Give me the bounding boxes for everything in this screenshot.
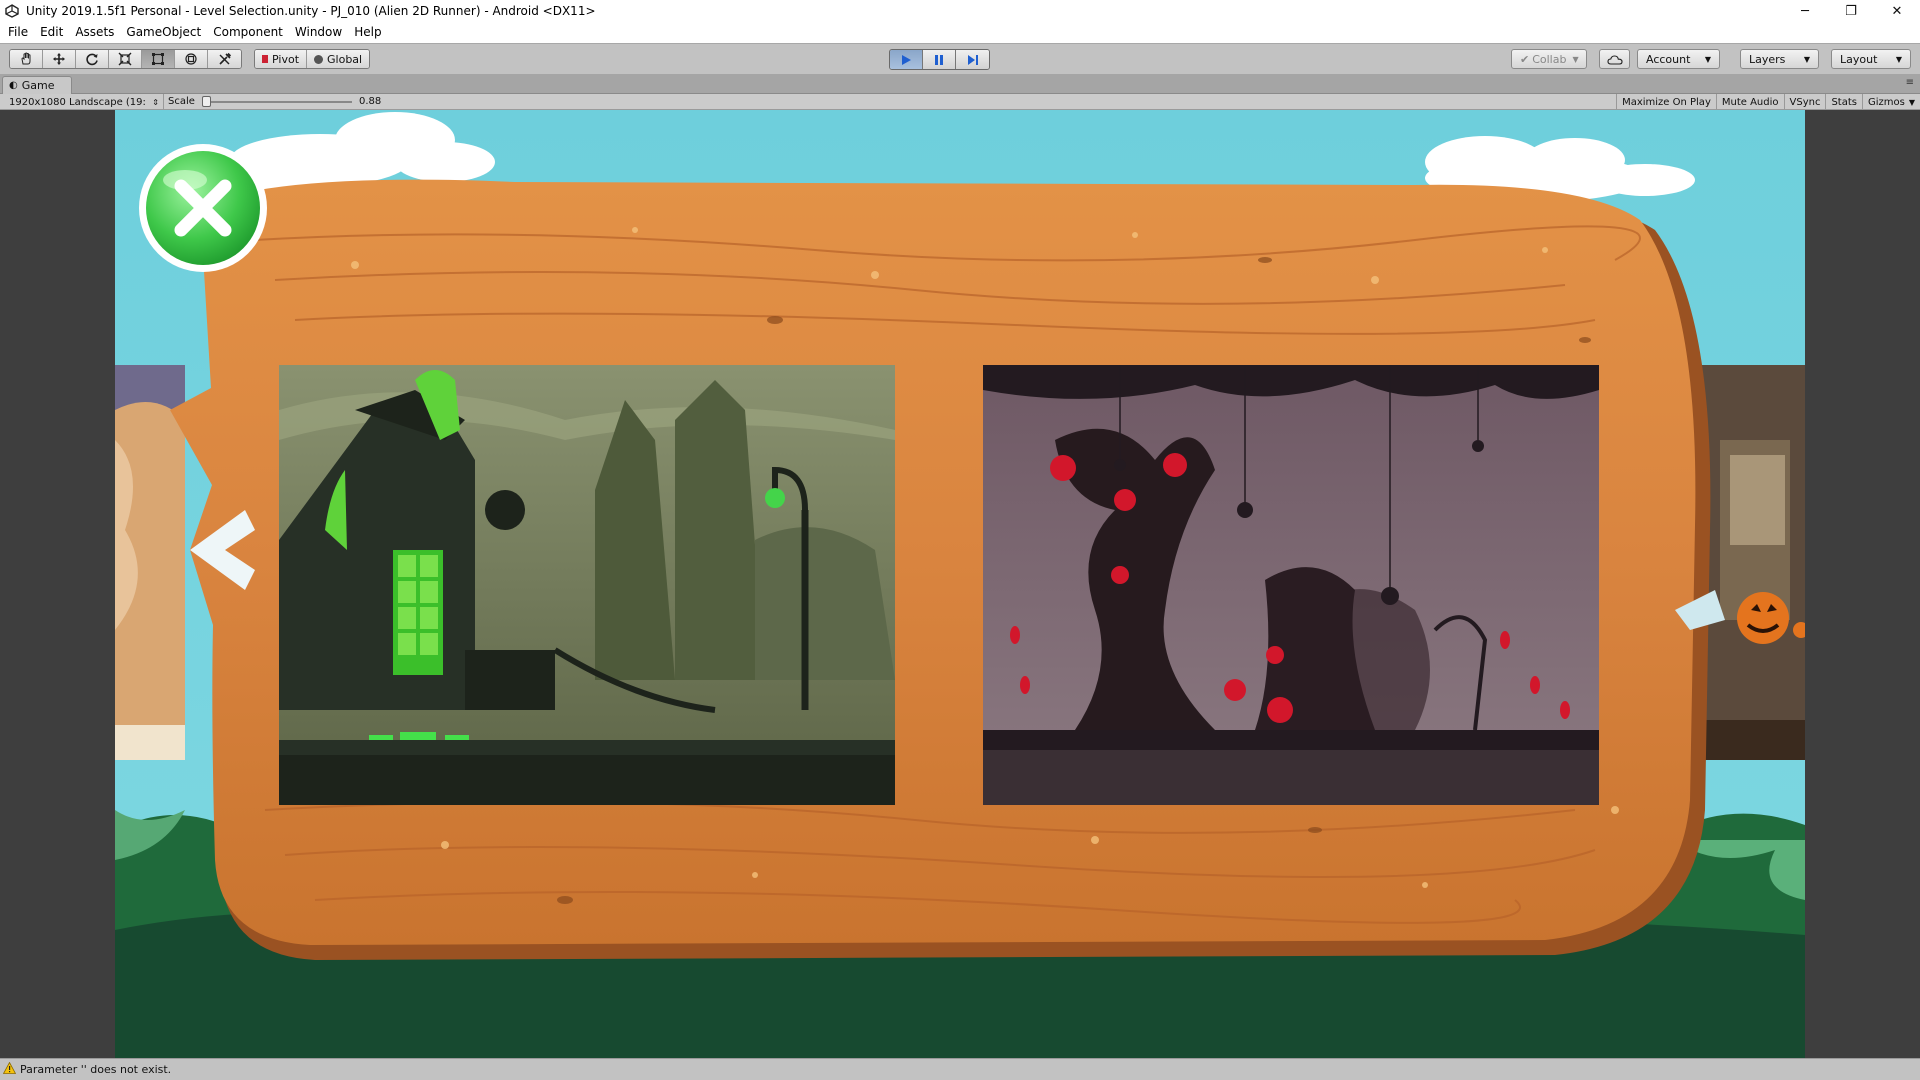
unity-editor: Unity 2019.1.5f1 Personal - Level Select… (0, 0, 1920, 1080)
global-toggle[interactable]: Global (307, 50, 370, 68)
layout-dropdown[interactable]: Layout ▼ (1831, 49, 1911, 69)
account-dropdown[interactable]: Account ▼ (1637, 49, 1720, 69)
status-bar[interactable]: Parameter '' does not exist. (0, 1058, 1920, 1080)
menu-edit[interactable]: Edit (34, 22, 69, 43)
chevron-down-icon: ▼ (1895, 54, 1902, 64)
move-tool-icon[interactable] (43, 50, 76, 68)
game-viewport[interactable] (115, 110, 1805, 1058)
collab-label: Collab (1532, 52, 1567, 66)
layers-label: Layers (1749, 52, 1786, 66)
restore-button[interactable]: ❐ (1828, 0, 1874, 22)
close-icon[interactable] (139, 144, 267, 272)
vsync-toggle[interactable]: VSync (1783, 94, 1826, 110)
warning-icon (2, 1061, 17, 1077)
title-bar: Unity 2019.1.5f1 Personal - Level Select… (0, 0, 1920, 22)
scale-slider-track[interactable] (204, 101, 352, 103)
chevron-updown-icon: ⇕ (152, 97, 159, 107)
menu-assets[interactable]: Assets (69, 22, 120, 43)
playback-controls (889, 49, 990, 70)
menu-gameobject[interactable]: GameObject (120, 22, 207, 43)
gizmos-label: Gizmos (1867, 96, 1905, 108)
gizmos-dropdown[interactable]: Gizmos ▼ (1861, 94, 1920, 110)
scale-slider-thumb[interactable] (202, 96, 211, 107)
game-view-options: Maximize On Play Mute Audio VSync Stats … (1616, 94, 1920, 110)
pause-button[interactable] (923, 50, 956, 69)
tab-options-icon[interactable]: ≡ (1906, 77, 1914, 88)
game-tab-label: Game (21, 79, 55, 92)
chevron-down-icon: ▼ (1704, 54, 1711, 64)
game-view-toolbar: 1920x1080 Landscape (19: ⇕ Scale 0.88 Ma… (0, 94, 1920, 110)
menu-window[interactable]: Window (289, 22, 348, 43)
chevron-down-icon: ▼ (1803, 54, 1810, 64)
rect-tool-icon[interactable] (142, 50, 175, 68)
pause-icon (935, 54, 943, 65)
menu-help[interactable]: Help (348, 22, 387, 43)
scale-tool-icon[interactable] (109, 50, 142, 68)
pivot-global-group: Pivot Global (254, 49, 371, 69)
account-label: Account (1646, 52, 1691, 66)
window-title: Unity 2019.1.5f1 Personal - Level Select… (26, 4, 596, 18)
game-controller-icon: ◐ (9, 80, 18, 91)
tab-game[interactable]: ◐ Game (2, 76, 72, 94)
collab-button[interactable]: ✔ Collab ▼ (1511, 49, 1587, 69)
spooky-forest-level-thumbnail[interactable] (983, 365, 1599, 805)
scale-label: Scale (168, 96, 195, 107)
hand-tool-icon[interactable] (10, 50, 43, 68)
main-toolbar: Pivot Global ✔ Collab ▼ Account ▼ Layers… (0, 43, 1920, 74)
step-button[interactable] (956, 50, 989, 69)
stats-toggle[interactable]: Stats (1825, 94, 1862, 110)
close-window-button[interactable]: ✕ (1874, 0, 1920, 22)
menu-file[interactable]: File (2, 22, 34, 43)
pivot-icon (262, 55, 268, 63)
chevron-down-icon: ▼ (1572, 54, 1579, 64)
step-icon (967, 54, 978, 65)
maximize-on-play-toggle[interactable]: Maximize On Play (1616, 94, 1716, 110)
globe-icon (314, 54, 324, 64)
game-view (0, 110, 1920, 1058)
menu-component[interactable]: Component (207, 22, 289, 43)
haunted-house-level-thumbnail[interactable] (279, 365, 895, 805)
layout-label: Layout (1840, 52, 1878, 66)
cloud-icon (1606, 54, 1623, 65)
resolution-label: 1920x1080 Landscape (19: (9, 96, 146, 108)
scale-value: 0.88 (359, 96, 382, 107)
tab-row: ◐ Game ≡ (0, 74, 1920, 94)
menu-bar: File Edit Assets GameObject Component Wi… (0, 22, 1920, 43)
pivot-label: Pivot (272, 52, 300, 66)
unity-logo-icon (4, 3, 20, 19)
global-label: Global (327, 52, 363, 66)
custom-tool-icon[interactable] (208, 50, 241, 68)
pivot-toggle[interactable]: Pivot (255, 50, 308, 68)
play-icon (902, 54, 911, 65)
transform-tools (9, 49, 242, 69)
play-button[interactable] (890, 50, 923, 69)
transform-tool-icon[interactable] (175, 50, 208, 68)
cloud-button[interactable] (1599, 49, 1630, 69)
chevron-down-icon: ▼ (1908, 97, 1915, 107)
layers-dropdown[interactable]: Layers ▼ (1740, 49, 1819, 69)
check-icon: ✔ (1520, 52, 1530, 66)
mute-audio-toggle[interactable]: Mute Audio (1715, 94, 1784, 110)
status-message: Parameter '' does not exist. (20, 1063, 172, 1076)
resolution-dropdown[interactable]: 1920x1080 Landscape (19: ⇕ (4, 94, 164, 110)
rotate-tool-icon[interactable] (76, 50, 109, 68)
minimize-button[interactable]: ─ (1782, 0, 1828, 22)
previous-level-thumbnail[interactable] (115, 365, 185, 760)
